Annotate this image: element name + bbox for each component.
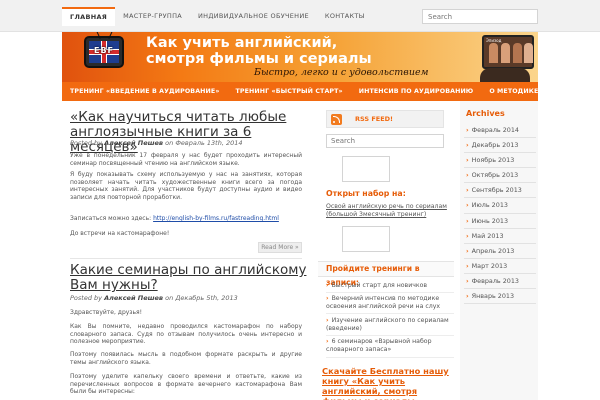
archive-item[interactable]: Март 2013 [464,259,536,274]
list-item[interactable]: Изучение английского по сериалам (введен… [326,314,454,336]
main-nav-method[interactable]: О МЕТОДИКЕ [481,82,546,101]
list-item[interactable]: Вечерний интенсив по методике освоения а… [326,293,454,315]
main-nav-quick-start[interactable]: ТРЕНИНГ «БЫСТРЫЙ СТАРТ» [228,82,351,101]
top-nav-contacts[interactable]: КОНТАКТЫ [317,7,373,26]
tv-screen-image: Эпизод [482,35,534,69]
post-date: Декабрь 5th, 2013 [175,294,238,302]
site-title-line1: Как учить английский, [146,35,338,51]
content-column: «Как научиться читать любые англоязычные… [62,101,310,400]
rss-icon [331,114,342,125]
header-banner[interactable]: EBF Как учить английский, смотря фильмы … [62,32,538,82]
post-paragraph: Здравствуйте, друзья! [70,309,143,316]
archive-item[interactable]: Февраль 2013 [464,274,536,290]
archives-heading: Archives [466,109,505,118]
meta-on: on [165,294,174,302]
archive-item[interactable]: Февраль 2014 [464,123,536,139]
archives-list: Февраль 2014 Декабрь 2013 Ноябрь 2013 Ок… [464,123,536,305]
list-item[interactable]: 6 семинаров «Взрывной набор словарного з… [326,336,454,358]
post-paragraph: Поэтому появилась мысль в подобном форма… [70,351,302,366]
rss-feed-link[interactable]: RSS FEED! [326,110,444,128]
site-title-line2: смотря фильмы и сериалы [146,51,372,67]
main-nav-intensive[interactable]: ИНТЕНСИВ ПО АУДИРОВАНИЮ [351,82,482,101]
trainings-list: Быстрый старт для новичков Вечерний инте… [326,279,454,358]
meta-prefix: Posted by [70,294,102,302]
main-nav-author[interactable]: ОБ АВТОРЕ [546,82,600,101]
trainings-heading: Пройдите тренинги в записи: [318,261,454,287]
archive-item[interactable]: Апрель 2013 [464,244,536,259]
post-author[interactable]: Алексей Пешев [104,139,163,147]
post-date: Февраль 13th, 2014 [175,139,243,147]
archives-sidebar: Archives Февраль 2014 Декабрь 2013 Ноябр… [460,101,538,400]
archive-item[interactable]: Декабрь 2013 [464,138,536,154]
archive-item[interactable]: Сентябрь 2013 [464,183,536,199]
main-nav: ТРЕНИНГ «ВВЕДЕНИЕ В АУДИРОВАНИЕ» ТРЕНИНГ… [62,82,596,101]
top-search-input[interactable] [422,9,538,24]
sidebar: RSS FEED! Открыт набор на: Освой английс… [318,101,454,400]
post-meta: Posted by Алексей Пешев on Декабрь 5th, … [70,294,238,302]
post-paragraph: Я буду показывать схему используемую у н… [70,171,302,201]
post-paragraph: Как Вы помните, недавно проводился касто… [70,323,302,346]
top-nav-master-group[interactable]: МАСТЕР-ГРУППА [115,7,190,26]
post-divider [70,258,302,259]
archive-item[interactable]: Июнь 2013 [464,214,536,229]
top-nav-individual[interactable]: ИНДИВИДУАЛЬНОЕ ОБУЧЕНИЕ [190,7,317,26]
top-nav-home[interactable]: ГЛАВНАЯ [62,7,116,26]
sidebar-search-input[interactable] [326,134,444,148]
site-tagline: Быстро, легко и с удовольствием [254,67,429,78]
site-title: Как учить английский, смотря фильмы и се… [146,35,372,67]
free-book-link[interactable]: Скачайте Бесплатно нашу книгу «Как учить… [322,366,454,400]
post-meta: Posted by Алексей Пешев on Февраль 13th,… [70,139,243,147]
post-text: Записаться можно здесь: [70,215,152,222]
post-paragraph: Уже в понедельник 17 февраля у нас будет… [70,152,302,167]
top-nav: ГЛАВНАЯ МАСТЕР-ГРУППА ИНДИВИДУАЛЬНОЕ ОБУ… [62,7,373,26]
archive-item[interactable]: Октябрь 2013 [464,168,536,184]
top-bar: ГЛАВНАЯ МАСТЕР-ГРУППА ИНДИВИДУАЛЬНОЕ ОБУ… [0,0,600,32]
viewer-silhouette-image [480,68,530,82]
logo-text: EBF [93,46,115,55]
archive-item[interactable]: Июль 2013 [464,198,536,214]
post-link[interactable]: http://english-by-films.ru/fastreading.h… [153,215,279,222]
archive-item[interactable]: Май 2013 [464,229,536,244]
read-more-button[interactable]: Read More » [258,242,302,253]
open-enrollment-link[interactable]: Освой английскую речь по сериалам (больш… [326,203,454,219]
archive-item[interactable]: Ноябрь 2013 [464,153,536,169]
rss-label: RSS FEED! [355,115,394,123]
post-author[interactable]: Алексей Пешев [104,294,163,302]
post-paragraph: До встречи на кастомарафоне! [70,230,170,237]
post-title[interactable]: «Как научиться читать любые англоязычные… [70,110,312,155]
post-title[interactable]: Какие семинары по английскому Вам нужны? [70,263,312,293]
post-paragraph: Записаться можно здесь: http://english-b… [70,215,302,223]
archive-item[interactable]: Январь 2013 [464,289,536,305]
list-item[interactable]: Быстрый старт для новичков [326,279,454,293]
meta-prefix: Posted by [70,139,102,147]
widget-box [342,156,390,182]
post-paragraph: Поэтому уделите капельку своего времени … [70,373,302,396]
meta-on: on [165,139,174,147]
main-nav-intro-listening[interactable]: ТРЕНИНГ «ВВЕДЕНИЕ В АУДИРОВАНИЕ» [62,82,228,101]
open-enrollment-heading: Открыт набор на: [326,189,406,198]
widget-box [342,226,390,252]
